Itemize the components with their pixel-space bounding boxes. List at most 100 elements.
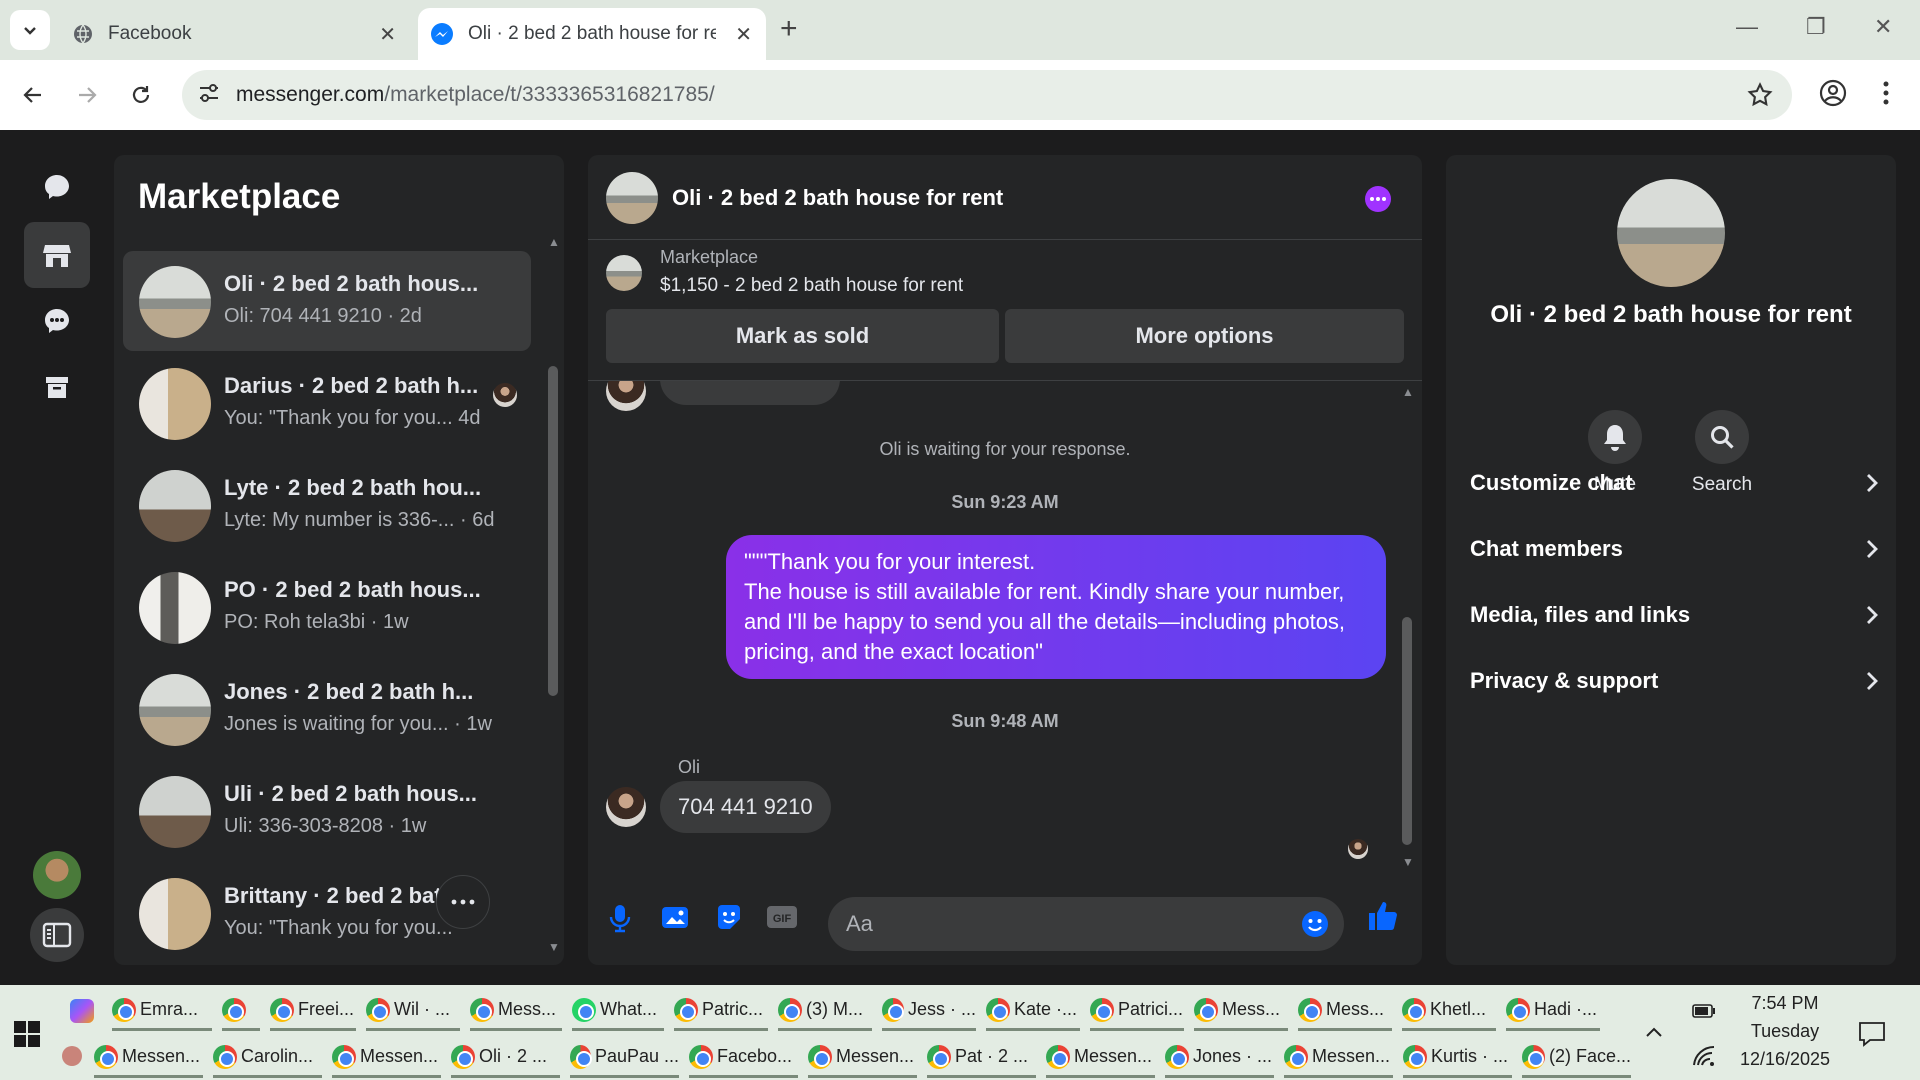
conversation-preview: You: "Thank you for you... 4d — [224, 407, 481, 429]
microphone-icon[interactable] — [608, 903, 632, 933]
taskbar-app-button[interactable]: What... — [572, 991, 664, 1031]
like-thumb-icon[interactable] — [1366, 899, 1400, 933]
listing-thumbnail[interactable] — [606, 255, 642, 291]
incoming-message[interactable]: 704 441 9210 — [660, 781, 831, 833]
listing-title[interactable]: $1,150 - 2 bed 2 bath house for rent — [660, 275, 963, 297]
minimize-button[interactable]: — — [1736, 14, 1758, 40]
rail-archive-button[interactable] — [24, 354, 90, 420]
rail-chats-button[interactable] — [24, 154, 90, 220]
info-option[interactable]: Chat members — [1470, 519, 1880, 579]
battery-icon[interactable] — [1692, 1003, 1716, 1019]
taskbar-app-button[interactable]: PauPau ... — [570, 1038, 679, 1078]
url-path: /marketplace/t/3333365316821785/ — [384, 83, 715, 106]
reload-button[interactable] — [124, 78, 158, 112]
notification-icon[interactable] — [1858, 1021, 1886, 1047]
clock-date[interactable]: 12/16/2025 — [1730, 1049, 1840, 1070]
photo-icon[interactable] — [660, 903, 690, 931]
more-options-button[interactable]: More options — [1005, 309, 1404, 363]
conversation-item[interactable]: Lyte · 2 bed 2 bath hou... Lyte: My numbe… — [123, 455, 531, 555]
mark-as-sold-button[interactable]: Mark as sold — [606, 309, 999, 363]
taskbar-app-button[interactable]: Kate ·... — [986, 991, 1080, 1031]
taskbar-app-button[interactable]: Oli · 2 ... — [451, 1038, 560, 1078]
conversation-item[interactable]: Jones · 2 bed 2 bath h... Jones is waitin… — [123, 659, 531, 759]
scroll-up-arrow[interactable]: ▲ — [548, 235, 560, 249]
close-tab-icon[interactable]: ✕ — [379, 22, 396, 47]
taskbar-app-button[interactable]: Facebo... — [689, 1038, 798, 1078]
taskbar-app-button[interactable]: Jones · ... — [1165, 1038, 1274, 1078]
info-avatar[interactable] — [1617, 179, 1725, 287]
browser-menu-icon[interactable] — [1876, 78, 1896, 108]
chat-scroll-down-arrow[interactable]: ▼ — [1402, 855, 1414, 869]
clock-day[interactable]: Tuesday — [1730, 1021, 1840, 1042]
taskbar-app-button[interactable]: Messen... — [1284, 1038, 1393, 1078]
sender-avatar[interactable] — [606, 787, 646, 827]
conversation-item[interactable]: Oli · 2 bed 2 bath hous... Oli: 704 441 9… — [123, 251, 531, 351]
taskbar-app-button[interactable]: Wil · ... — [366, 991, 460, 1031]
conversation-info-icon[interactable] — [1364, 185, 1392, 213]
scroll-down-arrow[interactable]: ▼ — [548, 940, 560, 954]
url-text[interactable]: messenger.com/marketplace/t/333336531682… — [236, 83, 715, 107]
taskbar-app-button[interactable]: (3) M... — [778, 991, 872, 1031]
conversation-item[interactable]: Darius · 2 bed 2 bath h... You: "Thank yo… — [123, 353, 531, 453]
info-option[interactable]: Media, files and links — [1470, 585, 1880, 645]
profile-icon[interactable] — [1818, 78, 1848, 108]
toggle-sidebar-button[interactable] — [30, 908, 84, 962]
taskbar-app-button[interactable]: Patric... — [674, 991, 768, 1031]
taskbar-app-button[interactable]: Mess... — [1194, 991, 1288, 1031]
message-input[interactable]: Aa — [828, 897, 1344, 951]
taskbar-app-button[interactable]: Patrici... — [1090, 991, 1184, 1031]
restore-button[interactable]: ❐ — [1806, 14, 1826, 40]
user-avatar[interactable] — [33, 851, 81, 899]
forward-button[interactable] — [70, 78, 104, 112]
taskbar-app-button[interactable]: Messen... — [94, 1038, 203, 1078]
taskbar-app-button[interactable]: Khetl... — [1402, 991, 1496, 1031]
emoji-icon[interactable] — [1300, 909, 1330, 939]
chat-avatar[interactable] — [606, 172, 658, 224]
rail-marketplace-button[interactable] — [24, 222, 90, 288]
taskbar-app-button[interactable]: Messen... — [332, 1038, 441, 1078]
gif-icon[interactable]: GIF — [766, 903, 798, 931]
sender-name: Oli — [678, 757, 700, 777]
tab-search-button[interactable] — [10, 10, 50, 50]
conversation-item[interactable]: Uli · 2 bed 2 bath hous... Uli: 336-303-8… — [123, 761, 531, 861]
taskbar-app-button[interactable]: Freei... — [270, 991, 356, 1031]
chat-scroll-up-arrow[interactable]: ▲ — [1402, 385, 1414, 399]
taskbar-app-button[interactable]: Mess... — [1298, 991, 1392, 1031]
conversation-more-button[interactable] — [436, 875, 490, 929]
info-option[interactable]: Customize chat — [1470, 453, 1880, 513]
back-button[interactable] — [16, 78, 50, 112]
sticker-icon[interactable] — [714, 903, 744, 931]
taskbar-app-button[interactable]: Messen... — [808, 1038, 917, 1078]
conversation-item[interactable]: PO · 2 bed 2 bath hous... PO: Roh tela3bi… — [123, 557, 531, 657]
close-window-button[interactable]: ✕ — [1874, 14, 1892, 40]
clock-time[interactable]: 7:54 PM — [1730, 993, 1840, 1014]
taskbar-app-button[interactable]: Emra... — [112, 991, 212, 1031]
tab-facebook[interactable]: Facebook ✕ — [60, 8, 410, 60]
widget-icon[interactable] — [62, 1046, 82, 1066]
chat-title[interactable]: Oli · 2 bed 2 bath house for rent — [672, 185, 1003, 211]
taskbar-app-button[interactable]: Jess · ... — [882, 991, 976, 1031]
bookmark-star-icon[interactable] — [1746, 81, 1774, 109]
close-tab-icon[interactable]: ✕ — [735, 22, 752, 47]
copilot-icon[interactable] — [70, 999, 94, 1023]
address-bar[interactable]: messenger.com/marketplace/t/333336531682… — [182, 70, 1792, 120]
taskbar-app-button[interactable]: Hadi ·... — [1506, 991, 1600, 1031]
taskbar-app-button[interactable] — [222, 991, 260, 1031]
taskbar-app-button[interactable]: Messen... — [1046, 1038, 1155, 1078]
new-tab-button[interactable]: + — [780, 14, 798, 44]
chat-scrollbar[interactable] — [1402, 617, 1412, 845]
site-settings-icon[interactable] — [196, 80, 222, 106]
tab-messenger[interactable]: Oli · 2 bed 2 bath house for rent ✕ — [418, 8, 766, 60]
outgoing-message[interactable]: """Thank you for your interest. The hous… — [726, 535, 1386, 679]
taskbar-app-button[interactable]: Pat · 2 ... — [927, 1038, 1036, 1078]
taskbar-app-button[interactable]: Carolin... — [213, 1038, 322, 1078]
rail-message-requests-button[interactable] — [24, 288, 90, 354]
taskbar-app-button[interactable]: (2) Face... — [1522, 1038, 1631, 1078]
conversation-list-scrollbar[interactable] — [548, 366, 558, 696]
taskbar-app-button[interactable]: Kurtis · ... — [1403, 1038, 1512, 1078]
taskbar-app-button[interactable]: Mess... — [470, 991, 562, 1031]
chevron-up-icon[interactable] — [1644, 1025, 1664, 1039]
windows-start-icon[interactable] — [14, 1021, 40, 1047]
info-option[interactable]: Privacy & support — [1470, 651, 1880, 711]
wifi-icon[interactable] — [1692, 1045, 1716, 1067]
